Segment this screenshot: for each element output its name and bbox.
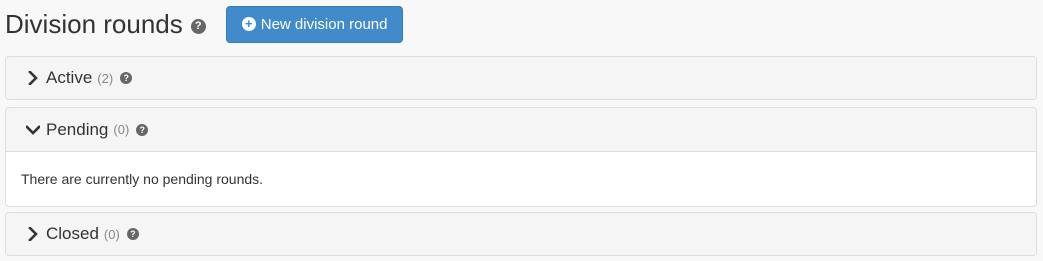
help-icon[interactable]: ? <box>136 123 149 136</box>
chevron-right-icon <box>26 227 40 241</box>
new-division-round-button[interactable]: + New division round <box>225 5 404 43</box>
panel-count: (2) <box>97 70 114 86</box>
help-icon[interactable]: ? <box>126 228 139 240</box>
page-title: Division rounds <box>5 9 183 39</box>
division-rounds-page: Division rounds ? + New division round A… <box>0 0 1043 261</box>
panel-title: Active <box>46 68 93 87</box>
panel-title: Closed <box>46 224 99 243</box>
new-division-round-label: New division round <box>260 15 388 33</box>
panel-heading-pending[interactable]: Pending (0) ? <box>6 108 1036 152</box>
page-header: Division rounds ? + New division round <box>5 5 404 43</box>
panel-closed: Closed (0) ? <box>5 212 1037 256</box>
panel-active: Active (2) ? <box>5 56 1037 100</box>
empty-state-text: There are currently no pending rounds. <box>21 171 264 187</box>
panel-heading-active[interactable]: Active (2) ? <box>6 57 1036 99</box>
panel-title: Pending <box>46 119 109 139</box>
plus-circle-icon: + <box>241 17 256 31</box>
panel-count: (0) <box>103 226 120 242</box>
panel-count: (0) <box>113 122 130 137</box>
help-icon[interactable]: ? <box>190 18 206 34</box>
chevron-down-icon <box>26 123 40 137</box>
panel-heading-closed[interactable]: Closed (0) ? <box>6 213 1036 255</box>
chevron-right-icon <box>26 71 40 85</box>
panel-body-pending: There are currently no pending rounds. <box>6 152 1036 206</box>
help-icon[interactable]: ? <box>120 72 133 84</box>
panel-pending: Pending (0) ? There are currently no pen… <box>5 107 1037 207</box>
